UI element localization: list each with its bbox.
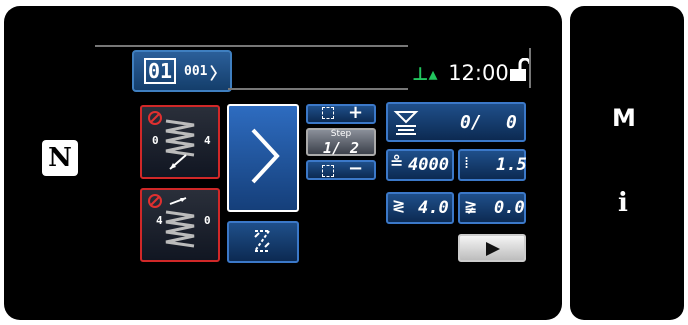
zigzag-shape-icon xyxy=(254,230,270,252)
end-backtack-b: 0 xyxy=(204,214,211,227)
minus-icon: − xyxy=(348,158,364,179)
zigzag-width-value: 4.0 xyxy=(418,198,449,218)
end-backtack-button[interactable]: 4 0 xyxy=(140,188,220,262)
step-remove-button[interactable]: − xyxy=(306,158,376,180)
zigzag-icon xyxy=(251,128,280,184)
counter-current: 0/ xyxy=(460,112,482,133)
baseline-offset-value: 0.0 xyxy=(494,198,525,218)
step-box-icon xyxy=(322,107,334,119)
status-divider xyxy=(529,48,531,88)
start-backtack-a: 0 xyxy=(152,134,159,147)
speed-icon: ≗ xyxy=(390,153,404,172)
max-speed-button[interactable]: ≗ 4000 xyxy=(386,149,454,181)
header-divider xyxy=(95,45,408,47)
zigzag-pattern-button[interactable] xyxy=(227,104,299,212)
stitch-pitch-button[interactable]: ⁞ 1.5 xyxy=(458,149,527,181)
end-backtack-a: 4 xyxy=(156,214,163,227)
stitch-pitch-value: 1.5 xyxy=(496,155,527,175)
nfc-icon: N xyxy=(42,140,78,176)
status-bar: ⊥▴ 12:00 xyxy=(412,58,532,88)
play-icon xyxy=(486,242,500,256)
zigzag-shape-button[interactable] xyxy=(227,221,299,263)
step-label: Step xyxy=(330,129,352,139)
chevron-right-icon: 〉 xyxy=(210,64,227,83)
speed-value: 4000 xyxy=(408,155,449,175)
pattern-number: 01 xyxy=(144,58,177,84)
play-button[interactable] xyxy=(458,234,526,262)
step-value: 1/ 2 xyxy=(322,139,360,157)
info-key[interactable]: i xyxy=(618,188,628,218)
stitch-pitch-icon: ⁞ xyxy=(464,153,470,172)
zigzag-width-icon: ≷ xyxy=(392,196,406,215)
header-underline xyxy=(228,88,408,90)
baseline-offset-button[interactable]: ≩ 0.0 xyxy=(458,192,526,224)
step-box-icon xyxy=(322,165,334,177)
clock: 12:00 xyxy=(448,61,509,85)
start-backtack-button[interactable]: 0 4 xyxy=(140,105,220,179)
bobbin-counter-icon xyxy=(393,111,419,135)
start-backtack-b: 4 xyxy=(204,134,211,147)
mode-key[interactable]: M xyxy=(612,104,636,132)
network-icon: ⊥▴ xyxy=(412,64,438,85)
pattern-select-button[interactable]: 01 001 〉 xyxy=(132,50,232,92)
plus-icon: + xyxy=(348,102,364,123)
unlock-icon[interactable] xyxy=(508,58,530,82)
counter-button[interactable]: 0/ 0 xyxy=(386,102,526,142)
counter-total: 0 xyxy=(506,112,517,133)
side-panel xyxy=(570,6,684,320)
step-display[interactable]: Step 1/ 2 xyxy=(306,128,376,157)
zigzag-width-button[interactable]: ≷ 4.0 xyxy=(386,192,454,224)
step-add-button[interactable]: + xyxy=(306,102,376,124)
baseline-offset-icon: ≩ xyxy=(464,196,478,215)
pattern-sub-number: 001 xyxy=(184,64,208,79)
